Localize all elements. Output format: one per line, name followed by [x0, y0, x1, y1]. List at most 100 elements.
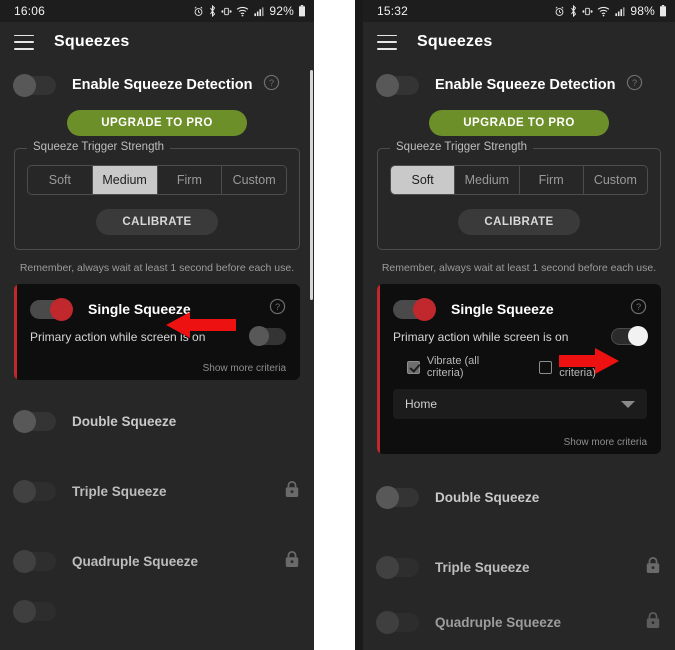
quadruple-squeeze-toggle[interactable] — [13, 549, 56, 573]
triple-squeeze-row[interactable]: Triple Squeeze — [0, 456, 314, 526]
card-accent-bar — [377, 284, 380, 454]
calibrate-wrap: CALIBRATE — [390, 209, 648, 235]
primary-action-toggle[interactable] — [611, 326, 648, 346]
alarm-icon — [555, 6, 564, 16]
red-arrow-left-pointing — [166, 311, 236, 339]
bluetooth-icon — [210, 5, 216, 17]
usage-hint: Remember, always wait at least 1 second … — [19, 262, 295, 274]
lock-icon — [284, 550, 300, 573]
enable-detection-toggle[interactable] — [13, 73, 56, 97]
help-circle-icon[interactable]: ? — [626, 74, 643, 96]
red-arrow-right-pointing — [559, 347, 619, 375]
segment-firm[interactable]: Firm — [520, 166, 584, 194]
enable-detection-row: Enable Squeeze Detection ? — [355, 62, 675, 102]
single-squeeze-toggle[interactable] — [393, 297, 436, 321]
single-squeeze-toggle[interactable] — [30, 297, 73, 321]
status-clock: 16:06 — [14, 4, 46, 18]
quadruple-squeeze-label: Quadruple Squeeze — [72, 553, 199, 569]
triple-squeeze-label: Triple Squeeze — [72, 483, 167, 499]
vibrate-icon — [582, 7, 593, 15]
segment-custom[interactable]: Custom — [584, 166, 647, 194]
hamburger-icon[interactable] — [14, 34, 34, 50]
primary-action-label: Primary action while screen is on — [393, 329, 569, 344]
screenshot-stage: 16:06 92% Squeezes Enable Squeeze Detect… — [0, 0, 675, 650]
segment-firm[interactable]: Firm — [158, 166, 223, 194]
primary-action-row: Primary action while screen is on — [393, 326, 648, 346]
segment-custom[interactable]: Custom — [222, 166, 286, 194]
status-bar: 16:06 92% — [0, 0, 314, 22]
status-clock: 15:32 — [377, 4, 409, 18]
quadruple-squeeze-label: Quadruple Squeeze — [435, 614, 562, 630]
double-squeeze-label: Double Squeeze — [72, 413, 177, 429]
hamburger-icon[interactable] — [377, 34, 397, 50]
segment-medium[interactable]: Medium — [92, 166, 158, 194]
help-circle-icon[interactable]: ? — [630, 298, 647, 320]
page-title: Squeezes — [54, 33, 130, 50]
calibrate-button[interactable]: CALIBRATE — [96, 209, 218, 235]
enable-detection-row: Enable Squeeze Detection ? — [0, 62, 314, 102]
single-squeeze-header: Single Squeeze ? — [377, 284, 661, 328]
checkbox-box — [539, 360, 553, 374]
signal-icon — [615, 6, 625, 16]
next-squeeze-toggle[interactable] — [13, 599, 56, 623]
next-squeeze-row-partial[interactable] — [0, 596, 314, 626]
upgrade-to-pro-button[interactable]: UPGRADE TO PRO — [429, 110, 609, 136]
scroll-content: Enable Squeeze Detection ? UPGRADE TO PR… — [355, 62, 675, 642]
action-dropdown[interactable]: Home — [393, 389, 647, 419]
status-icons: 98% — [554, 4, 667, 18]
checkbox-box — [407, 360, 420, 374]
trigger-strength-group: Squeeze Trigger Strength Soft Medium Fir… — [14, 141, 300, 250]
scroll-content: Enable Squeeze Detection ? UPGRADE TO PR… — [0, 62, 314, 626]
enable-detection-toggle[interactable] — [376, 73, 419, 97]
help-circle-icon[interactable]: ? — [263, 74, 280, 96]
triple-squeeze-row[interactable]: Triple Squeeze — [355, 532, 675, 602]
battery-percent: 98% — [630, 4, 655, 18]
calibrate-button[interactable]: CALIBRATE — [458, 209, 580, 235]
triple-squeeze-toggle[interactable] — [13, 479, 56, 503]
wifi-icon — [237, 6, 249, 16]
show-more-criteria-link[interactable]: Show more criteria — [377, 429, 661, 454]
svg-text:?: ? — [268, 78, 273, 88]
page-title: Squeezes — [417, 33, 493, 50]
phone-screenshot-left: 16:06 92% Squeezes Enable Squeeze Detect… — [0, 0, 314, 650]
action-dropdown-value: Home — [405, 397, 438, 411]
quadruple-squeeze-row[interactable]: Quadruple Squeeze — [0, 526, 314, 596]
battery-icon — [660, 5, 666, 17]
upgrade-button-wrap: UPGRADE TO PRO — [0, 110, 314, 136]
segment-soft[interactable]: Soft — [28, 166, 93, 194]
svg-text:?: ? — [631, 78, 636, 88]
double-squeeze-row[interactable]: Double Squeeze — [355, 462, 675, 532]
single-squeeze-card[interactable]: Single Squeeze ? Primary action while sc… — [14, 284, 300, 380]
trigger-strength-group: Squeeze Trigger Strength Soft Medium Fir… — [377, 141, 661, 250]
vibrate-icon — [221, 7, 232, 15]
enable-detection-label: Enable Squeeze Detection — [72, 77, 253, 93]
enable-detection-label: Enable Squeeze Detection — [435, 77, 616, 93]
segment-medium[interactable]: Medium — [455, 166, 520, 194]
upgrade-to-pro-button[interactable]: UPGRADE TO PRO — [67, 110, 247, 136]
segment-soft[interactable]: Soft — [391, 166, 456, 194]
app-bar: Squeezes — [355, 22, 675, 62]
battery-icon — [299, 5, 305, 17]
vibrate-checkbox[interactable]: Vibrate (all criteria) — [407, 355, 517, 379]
double-squeeze-toggle[interactable] — [13, 409, 56, 433]
trigger-strength-legend: Squeeze Trigger Strength — [27, 141, 171, 153]
upgrade-button-wrap: UPGRADE TO PRO — [355, 110, 675, 136]
usage-hint: Remember, always wait at least 1 second … — [381, 262, 657, 274]
triple-squeeze-toggle[interactable] — [376, 555, 419, 579]
quadruple-squeeze-row[interactable]: Quadruple Squeeze — [355, 602, 675, 642]
bluetooth-icon — [571, 5, 577, 17]
double-squeeze-row[interactable]: Double Squeeze — [0, 386, 314, 456]
primary-action-row: Primary action while screen is on — [30, 326, 286, 346]
show-more-criteria-link[interactable]: Show more criteria — [14, 355, 300, 380]
trigger-strength-segmented-control: Soft Medium Firm Custom — [390, 165, 648, 195]
battery-percent: 92% — [269, 4, 294, 18]
double-squeeze-toggle[interactable] — [376, 485, 419, 509]
card-accent-bar — [14, 284, 17, 380]
single-squeeze-body: Primary action while screen is on — [14, 326, 300, 355]
help-circle-icon[interactable]: ? — [269, 298, 286, 320]
primary-action-toggle[interactable] — [249, 326, 286, 346]
lock-icon — [284, 480, 300, 503]
quadruple-squeeze-toggle[interactable] — [376, 610, 419, 634]
vertical-scrollbar[interactable] — [310, 70, 313, 300]
signal-icon — [254, 6, 264, 16]
